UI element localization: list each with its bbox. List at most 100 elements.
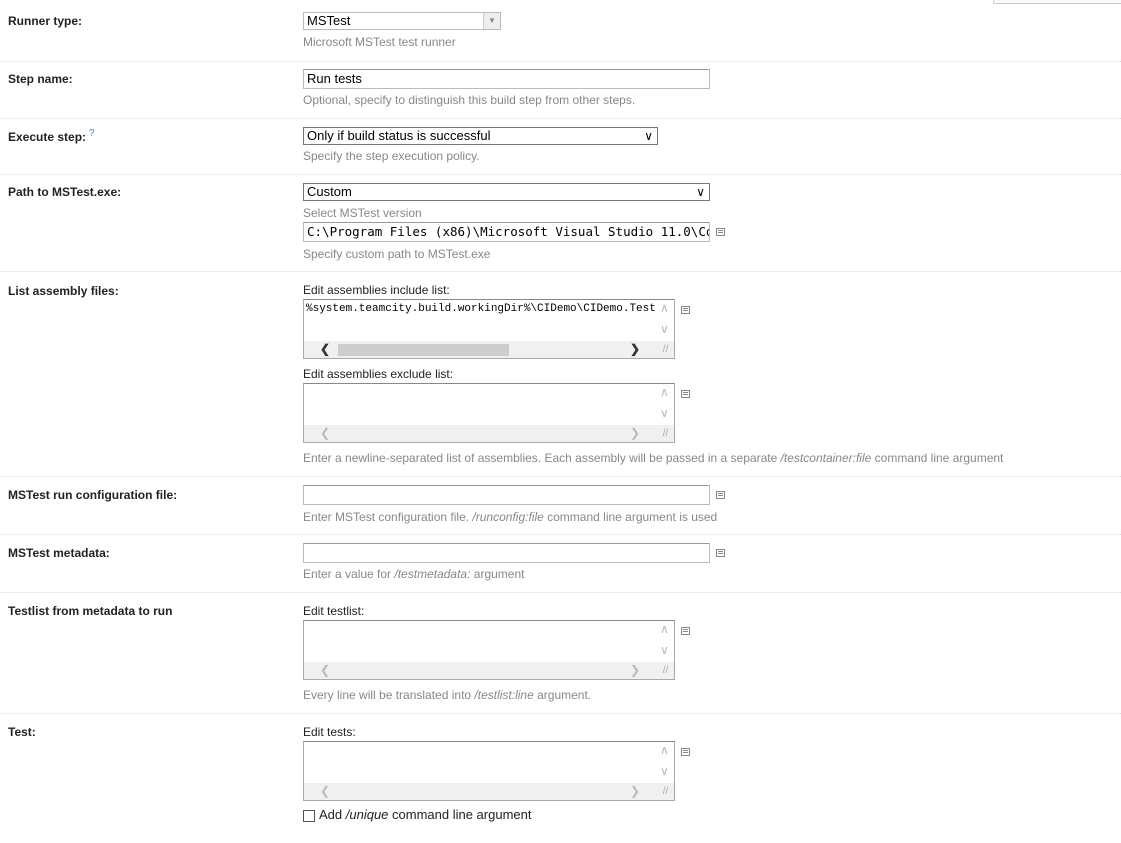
resize-grip-icon[interactable]: // bbox=[657, 425, 674, 442]
row-step-name: Step name: Run tests Optional, specify t… bbox=[0, 61, 1121, 119]
label-text: command line argument bbox=[388, 807, 532, 822]
testlist-edit-label: Edit testlist: bbox=[303, 604, 365, 618]
assembly-files-note: Enter a newline-separated list of assemb… bbox=[303, 451, 1003, 465]
vertical-scrollbar[interactable]: ∧ ∨ bbox=[657, 621, 674, 662]
note-argument: /testmetadata: bbox=[394, 567, 471, 581]
edit-text-icon[interactable] bbox=[681, 390, 690, 398]
note-argument: /testlist:line bbox=[474, 688, 534, 702]
exclude-list-label: Edit assemblies exclude list: bbox=[303, 367, 454, 381]
scroll-left-icon[interactable]: ❮ bbox=[320, 342, 330, 356]
scrollbar-thumb[interactable] bbox=[338, 344, 509, 356]
execute-step-note: Specify the step execution policy. bbox=[303, 149, 480, 163]
step-name-input[interactable]: Run tests bbox=[303, 69, 710, 89]
horizontal-scrollbar[interactable]: ❮ ❯ bbox=[304, 662, 657, 679]
scroll-down-icon[interactable]: ∨ bbox=[660, 643, 669, 657]
runner-type-label: Runner type: bbox=[8, 14, 83, 28]
tests-edit-label: Edit tests: bbox=[303, 725, 356, 739]
note-text: command line argument bbox=[871, 451, 1004, 465]
step-name-label: Step name: bbox=[8, 72, 73, 86]
include-list-textarea[interactable]: %system.teamcity.build.workingDir%\CIDem… bbox=[303, 299, 675, 359]
runner-type-select[interactable]: MSTest ▼ bbox=[303, 12, 501, 30]
run-config-input[interactable] bbox=[303, 485, 710, 505]
help-icon[interactable]: ? bbox=[89, 128, 95, 139]
label-text: Add bbox=[319, 807, 346, 822]
scroll-up-icon[interactable]: ∧ bbox=[660, 301, 669, 315]
row-path-to-mstest: Path to MSTest.exe: Custom ∨ Select MSTe… bbox=[0, 174, 1121, 272]
run-config-note: Enter MSTest configuration file. /runcon… bbox=[303, 510, 717, 524]
unique-checkbox[interactable] bbox=[303, 810, 315, 822]
execute-step-label-wrap: Execute step:? bbox=[8, 128, 95, 144]
note-text: argument. bbox=[533, 688, 592, 702]
test-label: Test: bbox=[8, 725, 36, 739]
row-testlist: Testlist from metadata to run Edit testl… bbox=[0, 592, 1121, 714]
row-assembly-files: List assembly files: Edit assemblies inc… bbox=[0, 271, 1121, 477]
vertical-scrollbar[interactable]: ∧ ∨ bbox=[657, 384, 674, 425]
include-list-label: Edit assemblies include list: bbox=[303, 283, 450, 297]
scroll-up-icon[interactable]: ∧ bbox=[660, 622, 669, 636]
step-name-note: Optional, specify to distinguish this bu… bbox=[303, 93, 636, 107]
execute-step-select[interactable]: Only if build status is successful ∨ bbox=[303, 127, 658, 145]
note-text: command line argument is used bbox=[543, 510, 718, 524]
vertical-scrollbar[interactable]: ∧ ∨ bbox=[657, 300, 674, 341]
mstest-version-select[interactable]: Custom ∨ bbox=[303, 183, 710, 201]
runner-type-note: Microsoft MSTest test runner bbox=[303, 35, 456, 49]
note-argument: /testcontainer:file bbox=[780, 451, 872, 465]
scroll-right-icon[interactable]: ❯ bbox=[630, 784, 640, 798]
scroll-right-icon[interactable]: ❯ bbox=[630, 663, 640, 677]
scroll-left-icon[interactable]: ❮ bbox=[320, 663, 330, 677]
execute-step-label: Execute step: bbox=[8, 130, 87, 144]
horizontal-scrollbar[interactable]: ❮ ❯ bbox=[304, 425, 657, 442]
edit-text-icon[interactable] bbox=[716, 491, 725, 499]
metadata-label: MSTest metadata: bbox=[8, 546, 110, 560]
edit-text-icon[interactable] bbox=[681, 627, 690, 635]
scroll-right-icon[interactable]: ❯ bbox=[630, 426, 640, 440]
row-execute-step: Execute step:? Only if build status is s… bbox=[0, 118, 1121, 175]
testlist-note: Every line will be translated into /test… bbox=[303, 688, 591, 702]
dropdown-arrow-icon[interactable]: ▼ bbox=[483, 13, 500, 29]
horizontal-scrollbar[interactable]: ❮ ❯ bbox=[304, 341, 657, 358]
scroll-down-icon[interactable]: ∨ bbox=[660, 764, 669, 778]
horizontal-scrollbar[interactable]: ❮ ❯ bbox=[304, 783, 657, 800]
resize-grip-icon[interactable]: // bbox=[657, 341, 674, 358]
edit-text-icon[interactable] bbox=[716, 549, 725, 557]
run-config-label: MSTest run configuration file: bbox=[8, 488, 178, 502]
note-text: Enter a value for bbox=[303, 567, 395, 581]
testlist-label: Testlist from metadata to run bbox=[8, 604, 173, 618]
include-list-value: %system.teamcity.build.workingDir%\CIDem… bbox=[306, 303, 656, 315]
note-text: Enter MSTest configuration file. bbox=[303, 510, 473, 524]
vertical-scrollbar[interactable]: ∧ ∨ bbox=[657, 742, 674, 783]
scroll-up-icon[interactable]: ∧ bbox=[660, 385, 669, 399]
note-argument: /runconfig:file bbox=[472, 510, 544, 524]
mstest-path-note: Specify custom path to MSTest.exe bbox=[303, 247, 491, 261]
mstest-version-value: Custom bbox=[307, 184, 352, 199]
scroll-up-icon[interactable]: ∧ bbox=[660, 743, 669, 757]
assembly-files-label: List assembly files: bbox=[8, 284, 119, 298]
resize-grip-icon[interactable]: // bbox=[657, 662, 674, 679]
exclude-list-textarea[interactable]: ∧ ∨ ❮ ❯ // bbox=[303, 383, 675, 443]
note-text: Every line will be translated into bbox=[303, 688, 475, 702]
scroll-right-icon[interactable]: ❯ bbox=[630, 342, 640, 356]
metadata-input[interactable] bbox=[303, 543, 710, 563]
note-text: argument bbox=[470, 567, 525, 581]
scroll-down-icon[interactable]: ∨ bbox=[660, 406, 669, 420]
unique-checkbox-label[interactable]: Add /unique command line argument bbox=[319, 807, 531, 822]
edit-text-icon[interactable] bbox=[681, 748, 690, 756]
chevron-down-icon: ∨ bbox=[696, 185, 705, 199]
edit-text-icon[interactable] bbox=[681, 306, 690, 314]
path-to-mstest-label: Path to MSTest.exe: bbox=[8, 185, 122, 199]
mstest-path-input[interactable]: C:\Program Files (x86)\Microsoft Visual … bbox=[303, 222, 710, 242]
mstest-version-note: Select MSTest version bbox=[303, 206, 422, 220]
scroll-down-icon[interactable]: ∨ bbox=[660, 322, 669, 336]
scroll-left-icon[interactable]: ❮ bbox=[320, 426, 330, 440]
scroll-left-icon[interactable]: ❮ bbox=[320, 784, 330, 798]
tests-textarea[interactable]: ∧ ∨ ❮ ❯ // bbox=[303, 741, 675, 801]
label-argument: /unique bbox=[345, 807, 389, 822]
chevron-down-icon: ∨ bbox=[644, 129, 653, 143]
row-run-config: MSTest run configuration file: Enter MST… bbox=[0, 476, 1121, 535]
metadata-note: Enter a value for /testmetadata: argumen… bbox=[303, 567, 524, 581]
runner-type-value: MSTest bbox=[307, 13, 351, 28]
execute-step-value: Only if build status is successful bbox=[307, 128, 491, 143]
testlist-textarea[interactable]: ∧ ∨ ❮ ❯ // bbox=[303, 620, 675, 680]
resize-grip-icon[interactable]: // bbox=[657, 783, 674, 800]
edit-text-icon[interactable] bbox=[716, 228, 725, 236]
